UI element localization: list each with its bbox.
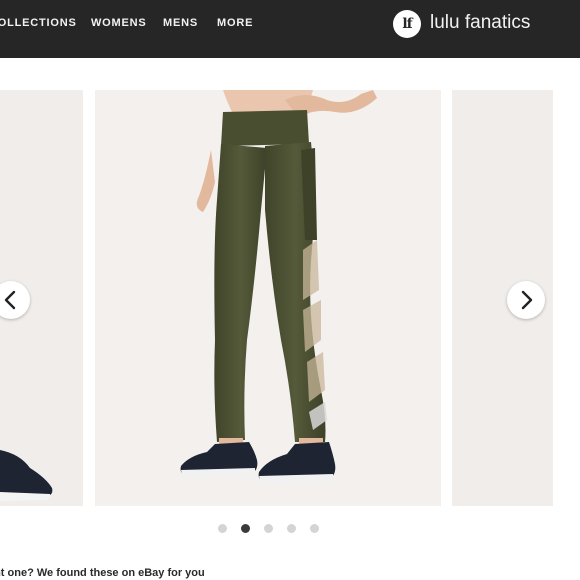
nav-link-more[interactable]: MORE — [217, 17, 253, 29]
nav-link-collections[interactable]: COLLECTIONS — [0, 17, 77, 29]
nav-link-womens[interactable]: WOMENS — [91, 17, 147, 29]
carousel-pagination — [0, 524, 580, 536]
brand-name[interactable]: lulu fanatics — [430, 12, 530, 34]
pagination-dot-1[interactable] — [218, 524, 227, 533]
pagination-dot-5[interactable] — [310, 524, 319, 533]
carousel-next-button[interactable] — [507, 281, 545, 319]
carousel-slide-current[interactable] — [95, 90, 441, 506]
pagination-dot-3[interactable] — [264, 524, 273, 533]
pagination-dot-2[interactable] — [241, 524, 250, 533]
carousel-previous-button[interactable] — [0, 281, 30, 319]
chevron-right-icon — [521, 290, 533, 310]
chevron-left-icon — [4, 290, 16, 310]
nav-link-mens[interactable]: MENS — [163, 17, 198, 29]
brand-logo-mark[interactable]: lf — [393, 10, 421, 38]
pagination-dot-4[interactable] — [287, 524, 296, 533]
product-image-leggings — [180, 90, 377, 484]
ebay-listing-caption: Want one? We found these on eBay for you — [0, 567, 205, 579]
top-navigation-bar: COLLECTIONS WOMENS MENS MORE lf lulu fan… — [0, 0, 580, 58]
